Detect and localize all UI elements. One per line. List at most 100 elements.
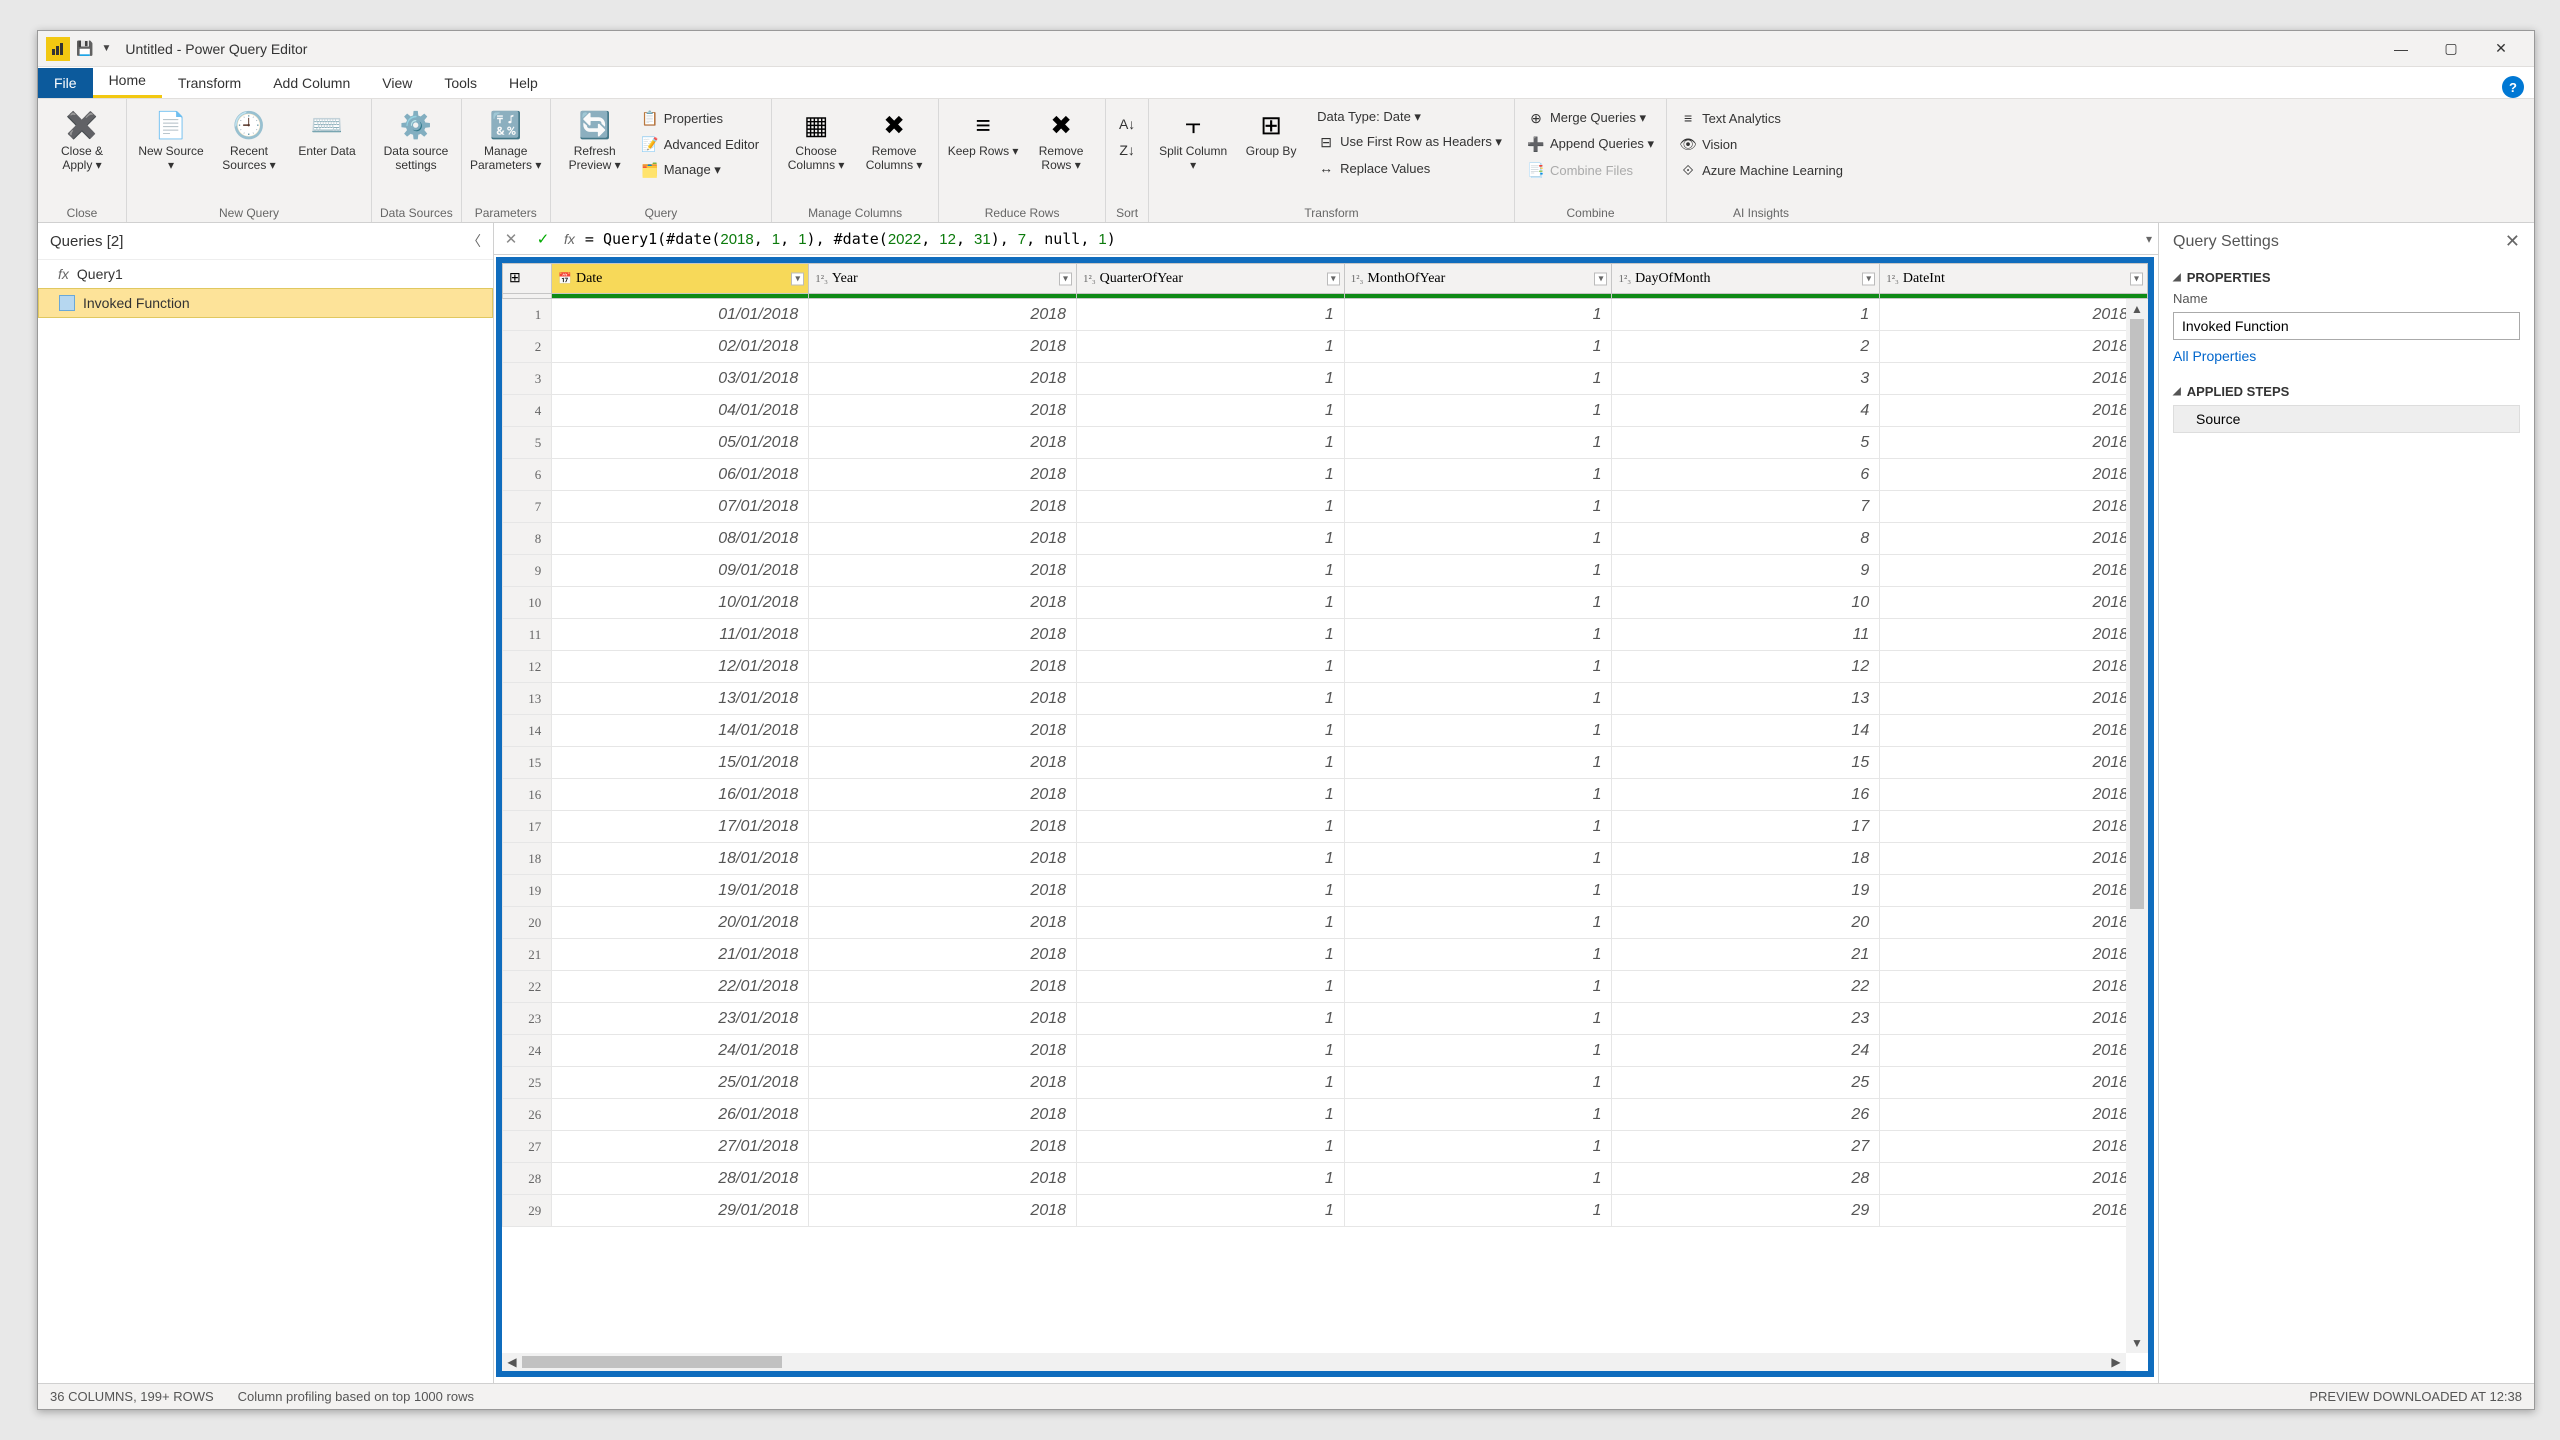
row-number[interactable]: 2 [503,331,552,363]
cell-date[interactable]: 27/01/2018 [552,1131,809,1163]
applied-step-source[interactable]: Source [2173,405,2520,433]
row-number[interactable]: 20 [503,907,552,939]
cell-year[interactable]: 2018 [809,651,1077,683]
close-button[interactable]: ✕ [2476,31,2526,67]
append-queries-button[interactable]: ➕Append Queries ▾ [1523,133,1658,155]
cell-quarterofyear[interactable]: 1 [1077,715,1345,747]
cell-year[interactable]: 2018 [809,683,1077,715]
cell-monthofyear[interactable]: 1 [1344,779,1612,811]
cell-dateint[interactable]: 20180 [1880,587,2148,619]
vertical-scrollbar[interactable]: ▲ ▼ [2126,299,2148,1353]
cell-dayofmonth[interactable]: 6 [1612,459,1880,491]
cell-monthofyear[interactable]: 1 [1344,1163,1612,1195]
column-header-dayofmonth[interactable]: 1²₃DayOfMonth▾ [1612,264,1880,294]
cell-quarterofyear[interactable]: 1 [1077,1163,1345,1195]
cell-quarterofyear[interactable]: 1 [1077,587,1345,619]
cell-date[interactable]: 09/01/2018 [552,555,809,587]
cell-date[interactable]: 04/01/2018 [552,395,809,427]
cell-dayofmonth[interactable]: 29 [1612,1195,1880,1227]
cell-dateint[interactable]: 20180 [1880,907,2148,939]
cell-dateint[interactable]: 20180 [1880,939,2148,971]
cell-dayofmonth[interactable]: 17 [1612,811,1880,843]
cell-dateint[interactable]: 20180 [1880,1067,2148,1099]
cell-year[interactable]: 2018 [809,523,1077,555]
cell-date[interactable]: 18/01/2018 [552,843,809,875]
cell-year[interactable]: 2018 [809,1035,1077,1067]
row-number[interactable]: 28 [503,1163,552,1195]
cell-dateint[interactable]: 20180 [1880,619,2148,651]
cell-year[interactable]: 2018 [809,811,1077,843]
cell-date[interactable]: 20/01/2018 [552,907,809,939]
cell-monthofyear[interactable]: 1 [1344,683,1612,715]
cell-year[interactable]: 2018 [809,1195,1077,1227]
table-row[interactable]: 1414/01/20182018111420180 [503,715,2148,747]
table-row[interactable]: 808/01/2018201811820180 [503,523,2148,555]
cell-year[interactable]: 2018 [809,587,1077,619]
cell-year[interactable]: 2018 [809,427,1077,459]
row-number[interactable]: 9 [503,555,552,587]
merge-queries-button[interactable]: ⊕Merge Queries ▾ [1523,107,1658,129]
cell-date[interactable]: 21/01/2018 [552,939,809,971]
cell-year[interactable]: 2018 [809,555,1077,587]
cell-date[interactable]: 22/01/2018 [552,971,809,1003]
filter-icon[interactable]: ▾ [2130,272,2143,285]
formula-input[interactable]: = Query1(#date(2018, 1, 1), #date(2022, … [585,230,2136,248]
cell-monthofyear[interactable]: 1 [1344,1131,1612,1163]
row-number[interactable]: 15 [503,747,552,779]
cell-year[interactable]: 2018 [809,715,1077,747]
filter-icon[interactable]: ▾ [1327,272,1340,285]
cell-monthofyear[interactable]: 1 [1344,427,1612,459]
close-settings-icon[interactable]: ✕ [2505,231,2520,252]
row-number[interactable]: 10 [503,587,552,619]
table-row[interactable]: 2424/01/20182018112420180 [503,1035,2148,1067]
cell-date[interactable]: 01/01/2018 [552,299,809,331]
table-row[interactable]: 202/01/2018201811220180 [503,331,2148,363]
qat-dropdown-icon[interactable]: ▼ [101,43,111,54]
cell-year[interactable]: 2018 [809,395,1077,427]
cell-date[interactable]: 29/01/2018 [552,1195,809,1227]
cell-dateint[interactable]: 20180 [1880,523,2148,555]
applied-steps-header[interactable]: APPLIED STEPS [2173,384,2520,399]
cell-dayofmonth[interactable]: 23 [1612,1003,1880,1035]
cell-quarterofyear[interactable]: 1 [1077,491,1345,523]
cell-dateint[interactable]: 20180 [1880,651,2148,683]
close-apply-button[interactable]: ✖️Close & Apply ▾ [46,103,118,173]
cell-year[interactable]: 2018 [809,1099,1077,1131]
cell-quarterofyear[interactable]: 1 [1077,555,1345,587]
cell-date[interactable]: 24/01/2018 [552,1035,809,1067]
data-source-settings-button[interactable]: ⚙️Data source settings [380,103,452,173]
cell-quarterofyear[interactable]: 1 [1077,843,1345,875]
cell-dateint[interactable]: 20180 [1880,971,2148,1003]
table-row[interactable]: 1717/01/20182018111720180 [503,811,2148,843]
table-row[interactable]: 1919/01/20182018111920180 [503,875,2148,907]
filter-icon[interactable]: ▾ [1059,272,1072,285]
replace-values-button[interactable]: ↔Replace Values [1313,157,1506,179]
table-row[interactable]: 404/01/2018201811420180 [503,395,2148,427]
scroll-left-icon[interactable]: ◀ [502,1355,522,1369]
cell-monthofyear[interactable]: 1 [1344,459,1612,491]
cell-dateint[interactable]: 20180 [1880,779,2148,811]
manage-parameters-button[interactable]: 🔣Manage Parameters ▾ [470,103,542,173]
cell-dateint[interactable]: 20180 [1880,459,2148,491]
cell-dayofmonth[interactable]: 10 [1612,587,1880,619]
remove-columns-button[interactable]: ✖Remove Columns ▾ [858,103,930,173]
column-header-quarterofyear[interactable]: 1²₃QuarterOfYear▾ [1077,264,1345,294]
row-number[interactable]: 26 [503,1099,552,1131]
table-row[interactable]: 1515/01/20182018111520180 [503,747,2148,779]
cell-dayofmonth[interactable]: 13 [1612,683,1880,715]
cell-date[interactable]: 03/01/2018 [552,363,809,395]
scroll-right-icon[interactable]: ▶ [2106,1355,2126,1369]
cell-monthofyear[interactable]: 1 [1344,331,1612,363]
cell-dateint[interactable]: 20180 [1880,395,2148,427]
data-table[interactable]: ⊞📅Date▾1²₃Year▾1²₃QuarterOfYear▾1²₃Month… [502,263,2148,1227]
cell-dayofmonth[interactable]: 11 [1612,619,1880,651]
cell-year[interactable]: 2018 [809,619,1077,651]
tab-tools[interactable]: Tools [428,68,493,98]
row-number[interactable]: 24 [503,1035,552,1067]
cell-monthofyear[interactable]: 1 [1344,971,1612,1003]
cell-year[interactable]: 2018 [809,1163,1077,1195]
cell-dateint[interactable]: 20180 [1880,1163,2148,1195]
cell-quarterofyear[interactable]: 1 [1077,811,1345,843]
cell-dayofmonth[interactable]: 3 [1612,363,1880,395]
table-row[interactable]: 909/01/2018201811920180 [503,555,2148,587]
